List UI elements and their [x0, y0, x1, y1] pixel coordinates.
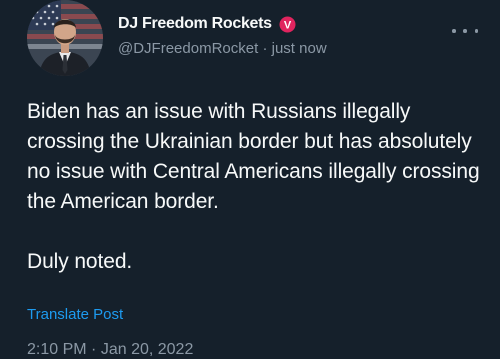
translate-post-link[interactable]: Translate Post: [27, 306, 123, 323]
author-display-name[interactable]: DJ Freedom Rockets: [118, 15, 272, 33]
verified-badge-letter: V: [284, 19, 292, 31]
post-timestamp[interactable]: 2:10 PM · Jan 20, 2022: [27, 341, 193, 359]
author-name-row: DJ Freedom Rockets V: [118, 11, 296, 37]
timestamp-separator: ·: [91, 341, 97, 358]
handle-separator: ·: [262, 40, 268, 57]
more-horizontal-icon-dot: [452, 29, 456, 33]
author-handle-row: @DJFreedomRocket · just now: [118, 40, 327, 57]
more-horizontal-icon-dot: [474, 29, 478, 33]
tweet-paragraph: Biden has an issue with Russians illegal…: [27, 100, 480, 213]
avatar[interactable]: [27, 0, 103, 76]
more-options-button[interactable]: [452, 22, 478, 40]
verified-badge-icon: V: [279, 16, 296, 33]
post-time: 2:10 PM: [27, 341, 87, 358]
avatar-image: [27, 0, 103, 76]
more-horizontal-icon-dot: [463, 29, 467, 33]
tweet-paragraph: Duly noted.: [27, 250, 133, 273]
post-relative-time[interactable]: just now: [272, 40, 327, 57]
tweet-text: Biden has an issue with Russians illegal…: [27, 97, 487, 277]
post-date: Jan 20, 2022: [100, 341, 194, 358]
author-handle[interactable]: @DJFreedomRocket: [118, 40, 258, 57]
